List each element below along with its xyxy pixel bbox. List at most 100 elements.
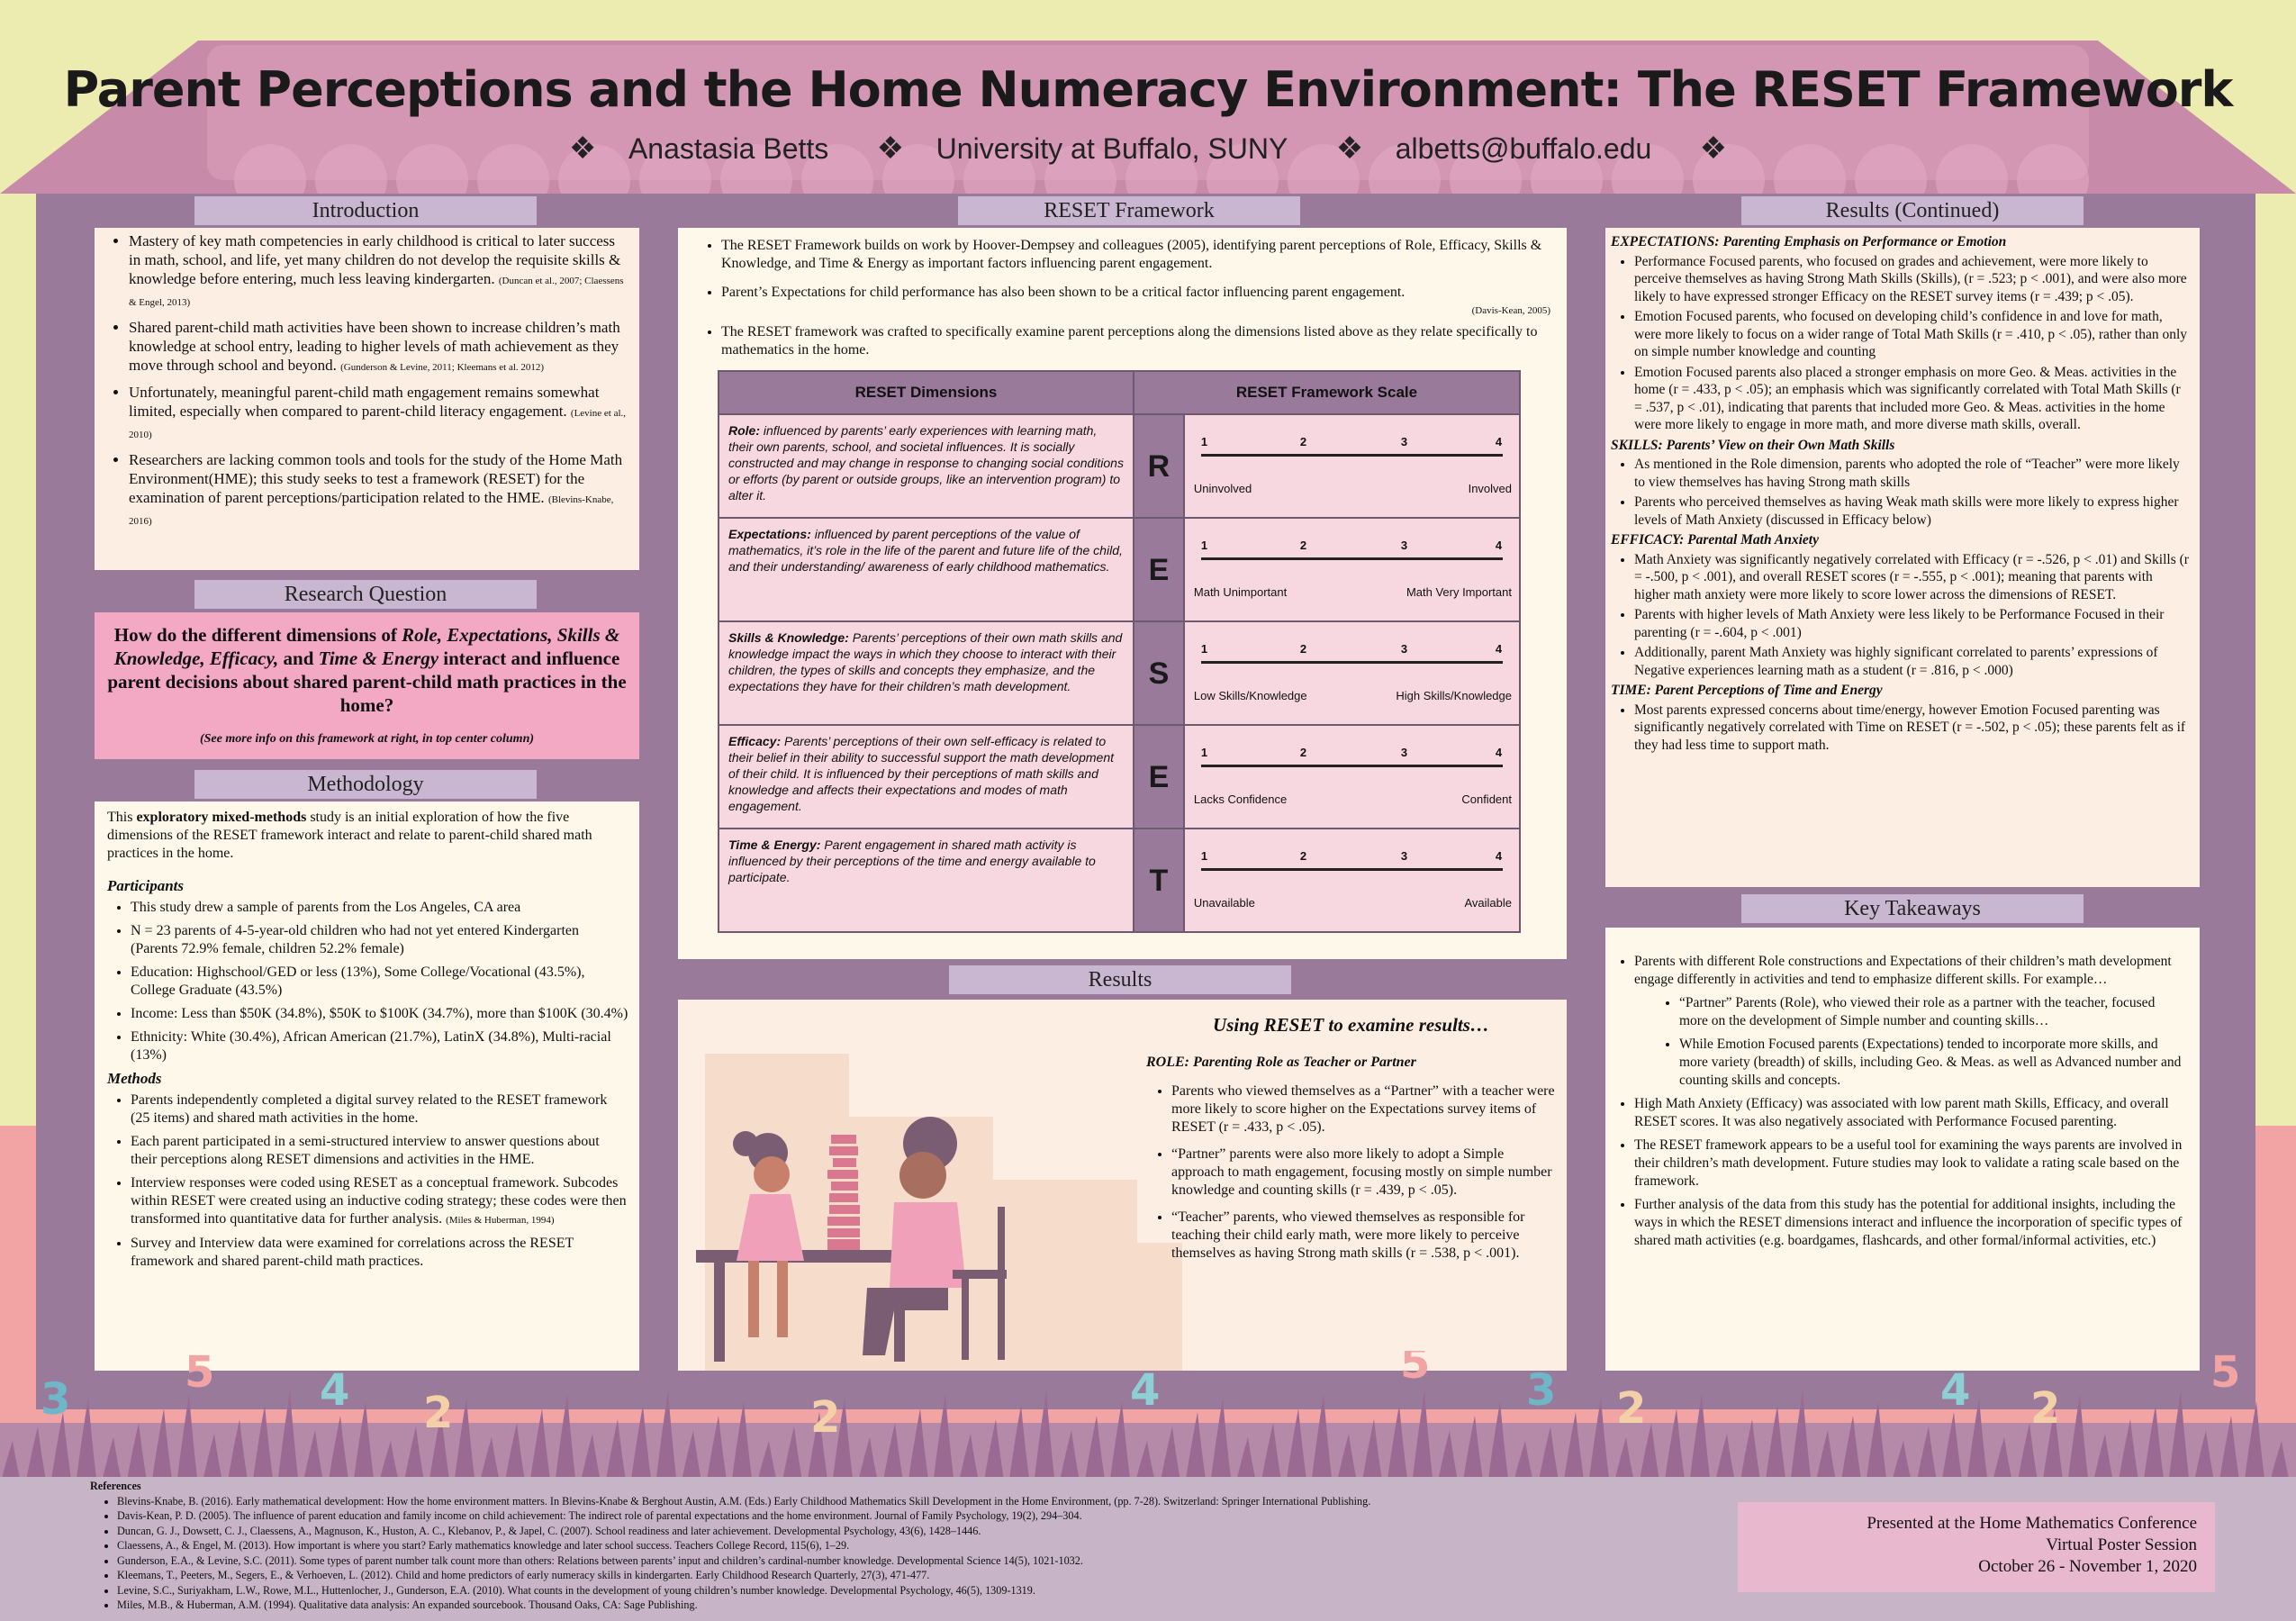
scale-high-label: High Skills/Knowledge [1396,689,1512,702]
svg-text:4: 4 [320,1365,349,1416]
results-continued-item: Math Anxiety was significantly negativel… [1634,551,2191,604]
results-continued-heading: Results (Continued) [1741,196,2084,225]
scale-tick: 2 [1299,849,1307,863]
presented-line: Virtual Poster Session [2046,1535,2197,1554]
dimension-description: Skills & Knowledge: Parents’ perceptions… [718,620,1134,726]
scale-tick: 1 [1200,642,1208,656]
author-line: ❖ Anastasia Betts ❖ University at Buffal… [0,131,2296,167]
presented-line: Presented at the Home Mathematics Confer… [1867,1514,2197,1533]
framework-panel: The RESET Framework builds on work by Ho… [678,228,1567,959]
table-row: Expectations: influenced by parent perce… [718,517,1522,622]
scale-line [1200,557,1503,560]
svg-text:2: 2 [2030,1383,2060,1434]
takeaway-item: High Math Anxiety (Efficacy) was associa… [1634,1095,2187,1131]
takeaway-subitem: “Partner” Parents (Role), who viewed the… [1679,994,2187,1030]
svg-text:4: 4 [1130,1365,1160,1416]
table-row: Role: influenced by parents’ early exper… [718,413,1522,519]
intro-item: Unfortunately, meaningful parent-child m… [129,383,630,445]
reference-item: Kleemans, T., Peeters, M., Segers, E., &… [117,1568,1729,1583]
key-takeaways-panel: Parents with different Role construction… [1605,928,2200,1371]
dots-icon: ❖ [876,131,905,166]
svg-text:4: 4 [1940,1365,1970,1416]
results-section-title: SKILLS: Parents’ View on their Own Math … [1611,437,1895,453]
takeaway-item: Parents with different Role construction… [1634,953,2187,989]
results-continued-item: Emotion Focused parents also placed a st… [1634,364,2191,434]
methods-heading: Methods [107,1070,162,1087]
results-subtitle: Using RESET to examine results… [1213,1014,1489,1036]
svg-text:2: 2 [1616,1383,1646,1434]
intro-item: Shared parent-child math activities have… [129,318,630,377]
reference-item: Davis-Kean, P. D. (2005). The influence … [117,1508,1729,1524]
research-question-text: How do the different dimensions of Role,… [107,624,627,716]
scale-high-label: Involved [1468,482,1512,495]
participant-item: Ethnicity: White (30.4%), African Americ… [131,1028,628,1064]
svg-text:3: 3 [1526,1365,1556,1416]
scale-high-label: Available [1464,896,1512,910]
results-section-title: TIME: Parent Perceptions of Time and Ene… [1611,683,1883,698]
scale-low-label: Unavailable [1193,896,1255,910]
scale-line [1200,454,1503,457]
svg-text:5: 5 [2210,1351,2240,1398]
results-continued-item: Parents who perceived themselves as havi… [1634,494,2191,529]
dimension-scale: 1 2 3 4 Uninvolved Involved [1182,413,1522,519]
table-row: Time & Energy: Parent engagement in shar… [718,828,1522,933]
scale-tick: 1 [1200,435,1208,448]
scale-tick: 2 [1299,642,1307,656]
dimension-description: Efficacy: Parents’ perceptions of their … [718,724,1134,829]
svg-text:5: 5 [185,1351,214,1398]
participant-item: This study drew a sample of parents from… [131,899,628,917]
results-continued-item: Emotion Focused parents, who focused on … [1634,308,2191,361]
method-item: Each parent participated in a semi-struc… [131,1133,628,1169]
result-item: “Partner” parents were also more likely … [1171,1146,1556,1200]
introduction-panel: Mastery of key math competencies in earl… [95,228,639,570]
framework-heading: RESET Framework [958,196,1300,225]
results-continued-panel: EXPECTATIONS: Parenting Emphasis on Perf… [1605,228,2200,887]
scale-tick: 2 [1299,435,1307,448]
participant-item: Income: Less than $50K (34.8%), $50K to … [131,1005,628,1023]
takeaway-subitem: While Emotion Focused parents (Expectati… [1679,1036,2187,1090]
scale-low-label: Uninvolved [1193,482,1252,495]
dimension-scale: 1 2 3 4 Lacks Confidence Confident [1182,724,1522,829]
reference-item: Duncan, G. J., Dowsett, C. J., Claessens… [117,1524,1729,1539]
poster-title: Parent Perceptions and the Home Numeracy… [63,61,2234,118]
scale-tick: 3 [1400,746,1408,759]
takeaway-item: The RESET framework appears to be a usef… [1634,1137,2187,1191]
result-item: Parents who viewed themselves as a “Part… [1171,1082,1556,1137]
intro-item: Researchers are lacking common tools and… [129,450,630,531]
scale-tick: 3 [1400,539,1408,552]
results-section-title: EXPECTATIONS: Parenting Emphasis on Perf… [1611,234,2007,249]
presented-line: October 26 - November 1, 2020 [1978,1557,2197,1576]
dimension-letter: E [1132,724,1185,829]
dimension-letter: R [1132,413,1185,519]
dimension-scale: 1 2 3 4 Low Skills/Knowledge High Skills… [1182,620,1522,726]
reference-item: Claessens, A., & Engel, M. (2013). How i… [117,1538,1729,1553]
svg-text:2: 2 [810,1392,840,1443]
scale-tick: 1 [1200,539,1208,552]
scale-tick: 3 [1400,642,1408,656]
svg-text:3: 3 [41,1374,70,1425]
references: References Blevins-Knabe, B. (2016). Ear… [90,1479,1729,1613]
author-name: Anastasia Betts [628,132,829,165]
table-header-dimensions: RESET Dimensions [718,370,1134,415]
dimension-description: Time & Energy: Parent engagement in shar… [718,828,1134,933]
scale-tick: 3 [1400,849,1408,863]
scale-tick: 2 [1299,746,1307,759]
participant-item: N = 23 parents of 4-5-year-old children … [131,922,628,958]
institution: University at Buffalo, SUNY [936,132,1288,165]
research-question-panel: How do the different dimensions of Role,… [95,612,639,759]
scale-tick: 4 [1495,746,1503,759]
methodology-intro: This exploratory mixed-methods study is … [107,810,592,861]
reference-item: Blevins-Knabe, B. (2016). Early mathemat… [117,1494,1729,1509]
results-continued-item: Parents with higher levels of Math Anxie… [1634,606,2191,641]
dots-icon: ❖ [1335,131,1364,166]
results-continued-item: As mentioned in the Role dimension, pare… [1634,456,2191,491]
dots-icon: ❖ [1699,131,1728,166]
results-text: Using RESET to examine results… ROLE: Pa… [1146,1016,1556,1268]
scale-line [1200,661,1503,664]
results-continued-item: Most parents expressed concerns about ti… [1634,702,2191,755]
framework-bullet: The RESET Framework builds on work by Ho… [721,237,1550,273]
dimension-description: Expectations: influenced by parent perce… [718,517,1134,622]
method-item: Survey and Interview data were examined … [131,1235,628,1271]
scale-tick: 4 [1495,539,1503,552]
scale-line [1200,765,1503,767]
